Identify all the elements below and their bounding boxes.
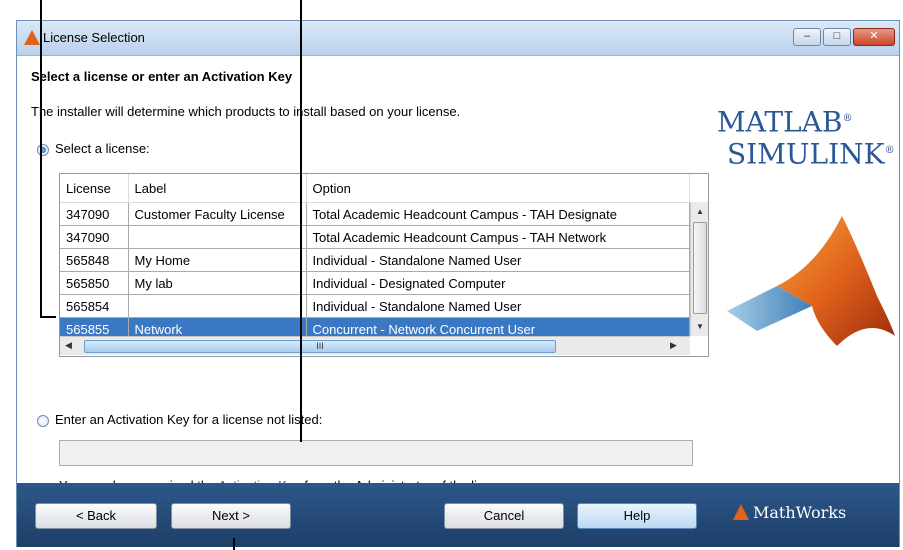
minimize-button[interactable]: – [793, 28, 821, 46]
brand-simulink: SIMULINK [727, 137, 885, 171]
cell-label [128, 294, 307, 318]
cell-license: 565850 [60, 271, 129, 295]
cell-label: Customer Faculty License [128, 202, 307, 226]
annotation-arrow-line [40, 316, 56, 318]
vertical-scroll-thumb[interactable] [693, 222, 707, 314]
mathworks-text: MathWorks [753, 503, 847, 522]
column-header-license[interactable]: License [60, 174, 129, 203]
back-button[interactable]: < Back [35, 503, 157, 529]
cell-option: Individual - Standalone Named User [306, 294, 690, 318]
activation-key-label[interactable]: Enter an Activation Key for a license no… [55, 412, 322, 427]
close-button[interactable]: ✕ [853, 28, 895, 46]
matlab-logo-icon [24, 30, 40, 45]
matlab-membrane-icon [727, 216, 895, 346]
table-header-row: License Label Option [60, 174, 690, 203]
scroll-left-icon[interactable]: ◀ [65, 340, 72, 351]
table-row[interactable]: 565848 My Home Individual - Standalone N… [60, 248, 690, 272]
annotation-arrow-line [300, 0, 302, 442]
brand-reg-mark: ® [842, 113, 853, 124]
select-license-radio[interactable] [37, 144, 49, 156]
cell-license: 565848 [60, 248, 129, 272]
cell-option: Total Academic Headcount Campus - TAH Ne… [306, 225, 690, 249]
cell-label [128, 225, 307, 249]
horizontal-scrollbar[interactable]: ◀ III ▶ [60, 336, 690, 355]
brand-reg-mark: ® [884, 145, 895, 157]
page-description: The installer will determine which produ… [31, 104, 461, 119]
table-row[interactable]: 565850 My lab Individual - Designated Co… [60, 271, 690, 295]
annotation-arrow-line [40, 0, 42, 318]
maximize-button[interactable]: □ [823, 28, 851, 46]
scroll-down-icon[interactable]: ▼ [696, 322, 704, 331]
cell-license: 347090 [60, 225, 129, 249]
license-table: License Label Option 347090 Customer Fac… [59, 173, 709, 357]
table-row[interactable]: 347090 Customer Faculty License Total Ac… [60, 202, 690, 226]
cell-label: My Home [128, 248, 307, 272]
annotation-arrow-line [233, 538, 235, 550]
content-area: Select a license or enter an Activation … [17, 56, 899, 493]
footer-bar: < Back Next > Cancel Help MathWorks [17, 483, 899, 547]
table-row[interactable]: 347090 Total Academic Headcount Campus -… [60, 225, 690, 249]
activation-key-radio[interactable] [37, 415, 49, 427]
column-header-label[interactable]: Label [128, 174, 307, 203]
cancel-button[interactable]: Cancel [444, 503, 564, 529]
cell-label: My lab [128, 271, 307, 295]
scroll-right-icon[interactable]: ▶ [670, 340, 677, 351]
cell-license: 347090 [60, 202, 129, 226]
table-row[interactable]: 565854 Individual - Standalone Named Use… [60, 294, 690, 318]
license-selection-window: License Selection – □ ✕ Select a license… [16, 20, 900, 547]
select-license-label[interactable]: Select a license: [55, 141, 150, 156]
window-title: License Selection [43, 30, 145, 45]
activation-key-input[interactable] [59, 440, 693, 466]
column-header-option[interactable]: Option [306, 174, 690, 203]
next-button[interactable]: Next > [171, 503, 291, 529]
scroll-up-icon[interactable]: ▲ [696, 207, 704, 216]
cell-option: Individual - Designated Computer [306, 271, 690, 295]
mathworks-logo: MathWorks [733, 503, 846, 522]
cell-license: 565854 [60, 294, 129, 318]
matlab-simulink-logo: MATLAB® SIMULINK® [717, 104, 897, 169]
page-heading: Select a license or enter an Activation … [31, 69, 293, 84]
vertical-scrollbar[interactable]: ▲ ▼ [690, 202, 708, 336]
help-button[interactable]: Help [577, 503, 697, 529]
mathworks-membrane-icon [733, 504, 749, 520]
cell-option: Individual - Standalone Named User [306, 248, 690, 272]
horizontal-scroll-thumb[interactable]: III [84, 340, 556, 353]
title-bar[interactable]: License Selection – □ ✕ [17, 21, 899, 56]
cell-option: Total Academic Headcount Campus - TAH De… [306, 202, 690, 226]
brand-matlab: MATLAB [717, 105, 843, 139]
